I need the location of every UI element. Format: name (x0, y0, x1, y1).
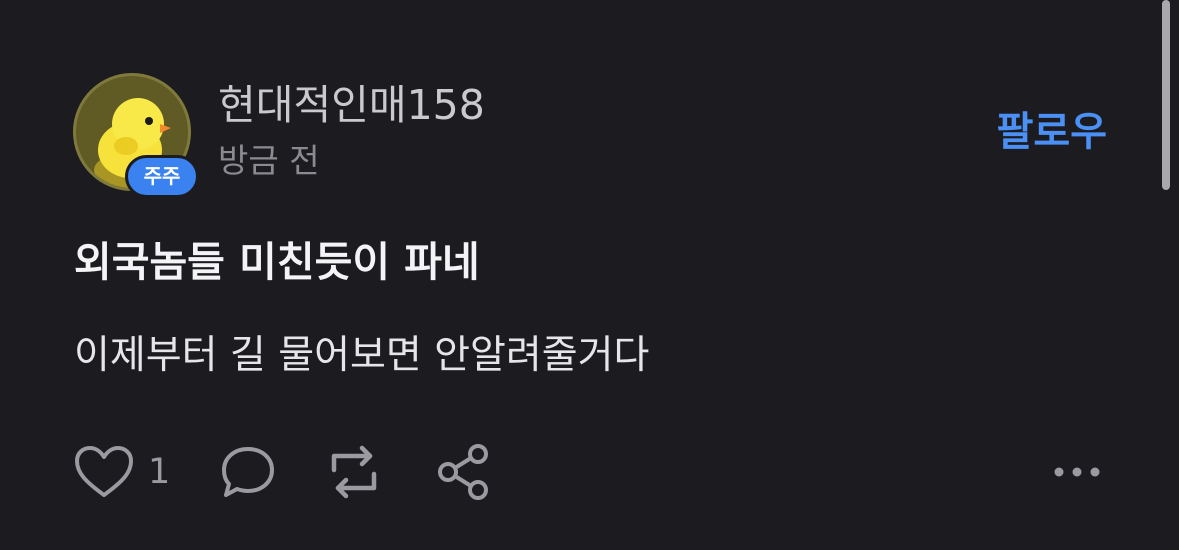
share-button[interactable] (436, 442, 490, 502)
share-icon (438, 444, 488, 500)
more-dots-icon (1054, 467, 1100, 477)
repost-button[interactable] (324, 442, 384, 502)
like-count: 1 (148, 452, 171, 492)
comment-button[interactable] (220, 442, 276, 502)
post-title: 외국놈들 미친듯이 파네 (74, 238, 480, 286)
follow-button[interactable]: 팔로우 (997, 108, 1107, 156)
more-options-button[interactable] (1052, 442, 1102, 502)
post-body: 이제부터 길 물어보면 안알려줄거다 (74, 333, 650, 378)
like-button[interactable]: 1 (74, 442, 170, 502)
author-badge: 주주 (125, 155, 199, 198)
scrollbar[interactable] (1162, 0, 1170, 190)
timestamp: 방금 전 (218, 141, 320, 180)
comment-bubble-icon (222, 447, 274, 497)
action-bar: 1 (74, 442, 1114, 502)
repost-icon (331, 445, 377, 499)
username[interactable]: 현대적인매158 (218, 80, 485, 130)
heart-icon (75, 446, 133, 497)
post-card: 주주 현대적인매158 방금 전 팔로우 외국놈들 미친듯이 파네 이제부터 길… (0, 0, 1179, 550)
